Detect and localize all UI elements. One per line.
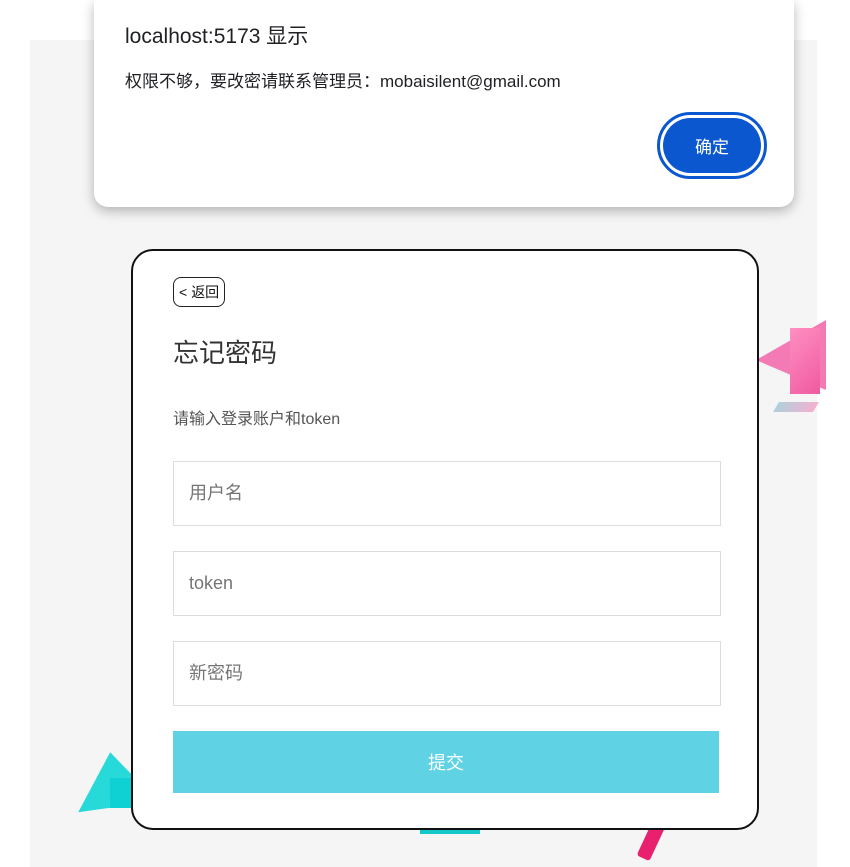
decorative-shape — [773, 402, 819, 412]
back-button-label: 返回 — [191, 284, 220, 300]
page-subtitle: 请输入登录账户和token — [173, 411, 341, 428]
alert-ok-button[interactable]: 确定 — [657, 112, 767, 179]
alert-ok-label: 确定 — [663, 118, 761, 173]
new-password-input[interactable] — [173, 641, 721, 706]
alert-title: localhost:5173 显示 — [125, 25, 309, 48]
browser-alert-dialog: localhost:5173 显示 权限不够，要改密请联系管理员：mobaisi… — [94, 0, 794, 207]
viewport: localhost:5173 显示 权限不够，要改密请联系管理员：mobaisi… — [0, 0, 850, 867]
decorative-shape — [790, 328, 820, 394]
alert-message: 权限不够，要改密请联系管理员：mobaisilent@gmail.com — [125, 72, 561, 91]
chevron-left-icon: < — [179, 284, 188, 300]
token-input[interactable] — [173, 551, 721, 616]
forgot-password-card: < 返回 忘记密码 请输入登录账户和token 提交 — [131, 249, 759, 830]
submit-button[interactable]: 提交 — [173, 731, 719, 793]
page-title: 忘记密码 — [173, 338, 278, 368]
back-button[interactable]: < 返回 — [173, 277, 226, 307]
username-input[interactable] — [173, 461, 721, 526]
